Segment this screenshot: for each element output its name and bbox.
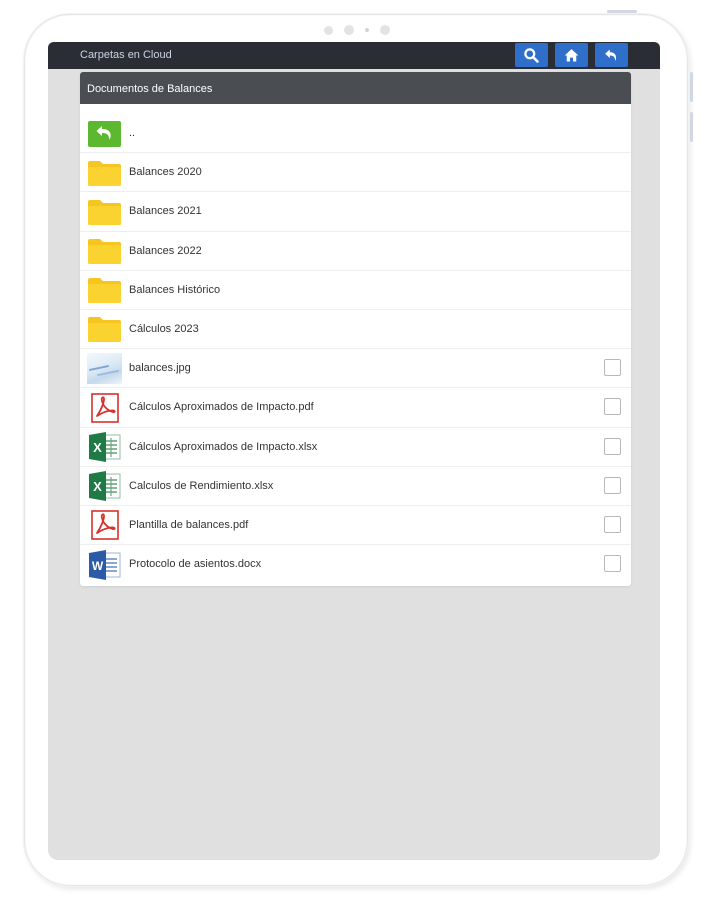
- file-browser-panel: Documentos de Balances .. Balances 2020 …: [80, 72, 631, 586]
- item-label: Calculos de Rendimiento.xlsx: [129, 479, 274, 492]
- select-checkbox[interactable]: [604, 515, 621, 533]
- folder-row[interactable]: Cálculos 2023: [80, 310, 631, 350]
- top-bar: Carpetas en Cloud: [48, 42, 660, 69]
- volume-down-button: [690, 112, 693, 142]
- back-arrow-icon: [87, 118, 122, 149]
- svg-text:W: W: [92, 559, 104, 573]
- folder-icon: [87, 275, 122, 306]
- select-checkbox[interactable]: [604, 398, 621, 416]
- item-label: Cálculos Aproximados de Impacto.xlsx: [129, 440, 318, 453]
- select-checkbox[interactable]: [604, 476, 621, 494]
- image-thumbnail-icon: [87, 353, 122, 385]
- item-label: Cálculos Aproximados de Impacto.pdf: [129, 401, 314, 414]
- item-label: Plantilla de balances.pdf: [129, 518, 249, 531]
- word-icon: W: [87, 549, 122, 580]
- excel-icon: X: [87, 432, 122, 463]
- folder-icon: [87, 236, 122, 267]
- svg-text:X: X: [93, 479, 102, 494]
- volume-up-button: [690, 72, 693, 102]
- camera-lens: [344, 25, 354, 35]
- folder-icon: [87, 196, 122, 227]
- file-row[interactable]: balances.jpg: [80, 349, 631, 389]
- file-row[interactable]: Cálculos Aproximados de Impacto.pdf: [80, 388, 631, 428]
- item-label: Balances 2021: [129, 205, 202, 218]
- file-row[interactable]: X Calculos de Rendimiento.xlsx: [80, 467, 631, 506]
- list-item-parent[interactable]: ..: [80, 114, 631, 154]
- camera-row: [25, 23, 689, 37]
- back-button[interactable]: [595, 43, 628, 67]
- home-icon: [564, 48, 579, 61]
- power-button: [607, 10, 637, 13]
- panel-header: Documentos de Balances: [80, 72, 631, 104]
- folder-icon: [87, 314, 122, 345]
- excel-icon: X: [87, 471, 122, 502]
- home-button[interactable]: [555, 43, 588, 67]
- folder-row[interactable]: Balances 2022: [80, 232, 631, 271]
- folder-row[interactable]: Balances Histórico: [80, 271, 631, 310]
- screen: Carpetas en Cloud Documentos de Balances: [48, 42, 660, 860]
- item-label: Balances 2020: [129, 166, 202, 179]
- folder-row[interactable]: Balances 2020: [80, 153, 631, 193]
- item-label: Balances Histórico: [129, 283, 221, 296]
- select-checkbox[interactable]: [604, 437, 621, 455]
- search-button[interactable]: [515, 43, 548, 67]
- undo-arrow-icon: [605, 49, 617, 61]
- folder-row[interactable]: Balances 2021: [80, 192, 631, 232]
- item-label: balances.jpg: [129, 362, 191, 375]
- pdf-icon: [87, 510, 122, 541]
- item-label: Protocolo de asientos.docx: [129, 558, 262, 571]
- file-row[interactable]: Plantilla de balances.pdf: [80, 506, 631, 546]
- item-label: Balances 2022: [129, 244, 202, 257]
- camera-lens-secondary: [380, 25, 390, 35]
- select-checkbox[interactable]: [604, 555, 621, 573]
- folder-icon: [87, 157, 122, 188]
- svg-text:X: X: [93, 440, 102, 455]
- pdf-icon: [87, 392, 122, 423]
- search-icon: [524, 47, 539, 63]
- item-label: Cálculos 2023: [129, 322, 199, 335]
- sensor-dot-small: [365, 28, 369, 32]
- file-list: .. Balances 2020 Balances 2021 Balances …: [80, 114, 631, 584]
- app-title: Carpetas en Cloud: [80, 49, 172, 61]
- file-row[interactable]: X Cálculos Aproximados de Impacto.xlsx: [80, 428, 631, 467]
- file-row[interactable]: W Protocolo de asientos.docx: [80, 545, 631, 584]
- select-checkbox[interactable]: [604, 359, 621, 377]
- panel-title: Documentos de Balances: [87, 83, 213, 95]
- item-label: ..: [129, 127, 136, 139]
- sensor-dot: [324, 25, 333, 35]
